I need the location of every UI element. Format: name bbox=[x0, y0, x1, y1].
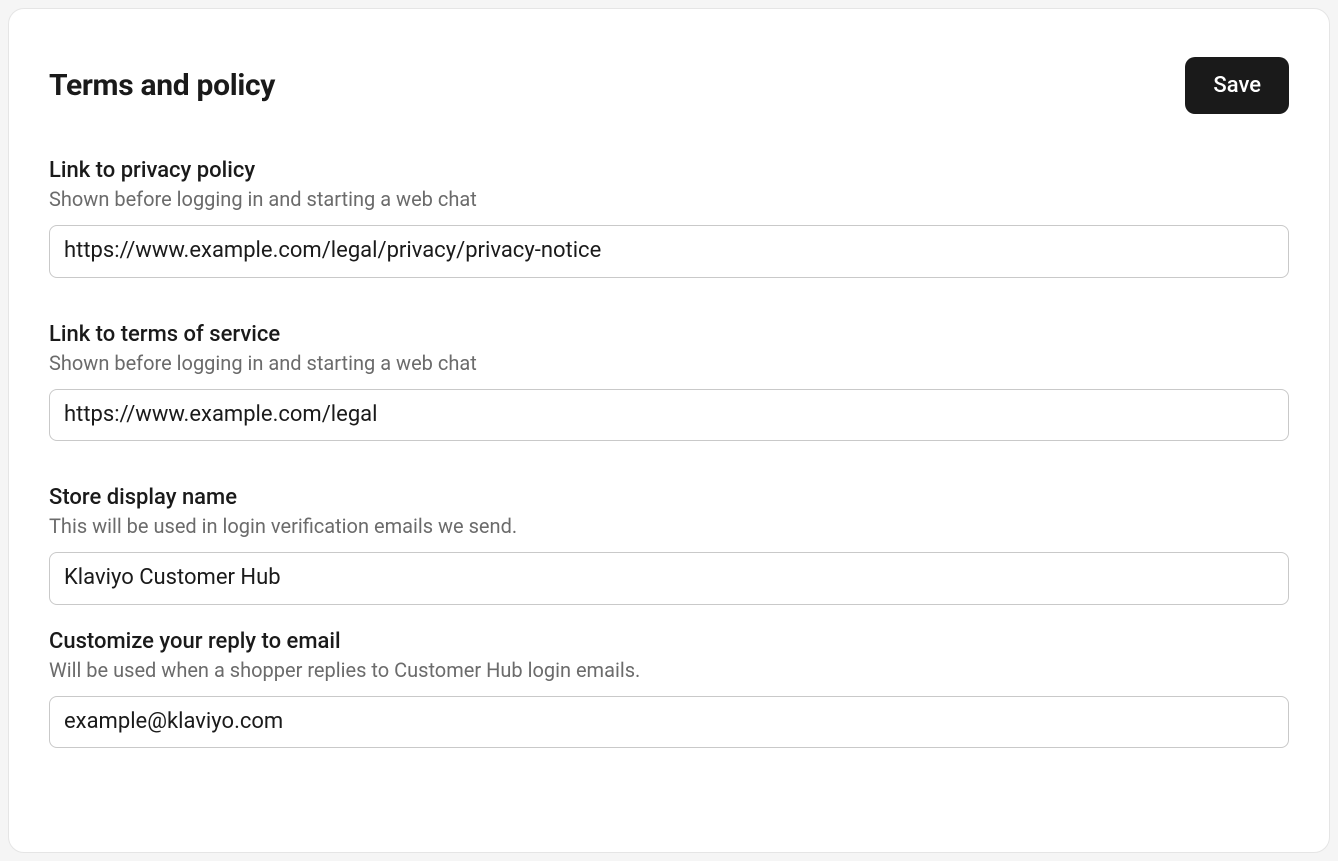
terms-of-service-help: Shown before logging in and starting a w… bbox=[49, 351, 1289, 375]
card-header: Terms and policy Save bbox=[49, 57, 1289, 114]
store-display-name-input[interactable] bbox=[49, 552, 1289, 605]
terms-of-service-input[interactable] bbox=[49, 389, 1289, 442]
store-display-name-label: Store display name bbox=[49, 485, 1289, 510]
privacy-policy-help: Shown before logging in and starting a w… bbox=[49, 187, 1289, 211]
privacy-policy-input[interactable] bbox=[49, 225, 1289, 278]
privacy-policy-label: Link to privacy policy bbox=[49, 158, 1289, 183]
terms-of-service-field-group: Link to terms of service Shown before lo… bbox=[49, 322, 1289, 442]
reply-to-email-field-group: Customize your reply to email Will be us… bbox=[49, 629, 1289, 749]
terms-of-service-label: Link to terms of service bbox=[49, 322, 1289, 347]
reply-to-email-label: Customize your reply to email bbox=[49, 629, 1289, 654]
privacy-policy-field-group: Link to privacy policy Shown before logg… bbox=[49, 158, 1289, 278]
store-display-name-field-group: Store display name This will be used in … bbox=[49, 485, 1289, 605]
save-button[interactable]: Save bbox=[1185, 57, 1289, 114]
reply-to-email-input[interactable] bbox=[49, 696, 1289, 749]
page-title: Terms and policy bbox=[49, 68, 275, 103]
terms-and-policy-card: Terms and policy Save Link to privacy po… bbox=[8, 8, 1330, 853]
store-display-name-help: This will be used in login verification … bbox=[49, 514, 1289, 538]
reply-to-email-help: Will be used when a shopper replies to C… bbox=[49, 658, 1289, 682]
